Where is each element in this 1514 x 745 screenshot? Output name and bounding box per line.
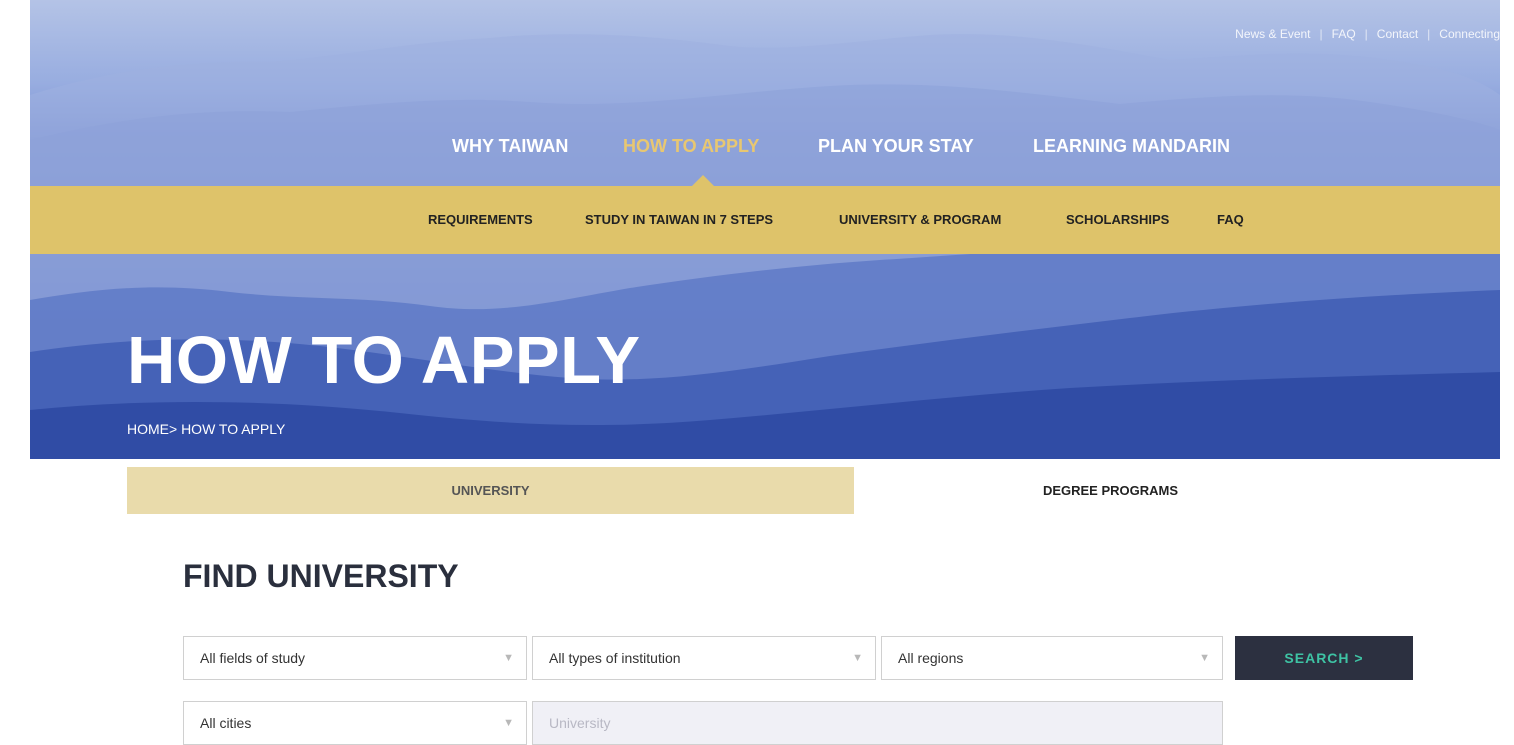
top-link-separator: |: [1427, 27, 1431, 41]
search-button[interactable]: SEARCH >: [1235, 636, 1413, 680]
tab-degree-programs[interactable]: DEGREE PROGRAMS: [854, 467, 1367, 514]
find-university-title: FIND UNIVERSITY: [183, 558, 459, 594]
nav-how-to-apply[interactable]: HOW TO APPLY: [623, 136, 759, 157]
top-link-news-event[interactable]: News & Event: [1235, 27, 1310, 41]
top-link-contact[interactable]: Contact: [1377, 27, 1418, 41]
nav-why-taiwan[interactable]: WHY TAIWAN: [452, 136, 568, 157]
chevron-down-icon: ▼: [503, 717, 514, 729]
institution-type-select[interactable]: All types of institution ▼: [532, 636, 876, 680]
chevron-down-icon: ▼: [1199, 652, 1210, 664]
top-link-faq[interactable]: FAQ: [1332, 27, 1356, 41]
institution-type-value: All types of institution: [549, 650, 681, 666]
region-select[interactable]: All regions ▼: [881, 636, 1223, 680]
city-select[interactable]: All cities ▼: [183, 701, 527, 745]
breadcrumb[interactable]: HOME> HOW TO APPLY: [127, 421, 285, 437]
chevron-down-icon: ▼: [503, 652, 514, 664]
top-link-separator: |: [1319, 27, 1323, 41]
subnav-requirements[interactable]: REQUIREMENTS: [428, 212, 533, 227]
sub-nav-bar: REQUIREMENTS STUDY IN TAIWAN IN 7 STEPS …: [30, 175, 1500, 254]
city-value: All cities: [200, 715, 252, 731]
subnav-faq[interactable]: FAQ: [1217, 212, 1244, 227]
subnav-scholarships[interactable]: SCHOLARSHIPS: [1066, 212, 1169, 227]
field-of-study-value: All fields of study: [200, 650, 306, 666]
chevron-down-icon: ▼: [852, 652, 863, 664]
region-value: All regions: [898, 650, 964, 666]
top-utility-links: News & Event | FAQ | Contact | Connecting: [1235, 27, 1500, 41]
active-nav-indicator: [692, 175, 714, 186]
subnav-study-in-taiwan-7-steps[interactable]: STUDY IN TAIWAN IN 7 STEPS: [585, 212, 773, 227]
nav-learning-mandarin[interactable]: LEARNING MANDARIN: [1033, 136, 1230, 157]
subnav-university-program[interactable]: UNIVERSITY & PROGRAM: [839, 212, 1001, 227]
university-search-input[interactable]: [532, 701, 1223, 745]
main-nav: WHY TAIWAN HOW TO APPLY PLAN YOUR STAY L…: [30, 136, 1500, 160]
hero-banner: News & Event | FAQ | Contact | Connecting WHY …: [30, 0, 1500, 459]
tab-university[interactable]: UNIVERSITY: [127, 467, 854, 514]
nav-plan-your-stay[interactable]: PLAN YOUR STAY: [818, 136, 974, 157]
field-of-study-select[interactable]: All fields of study ▼: [183, 636, 527, 680]
page-title: HOW TO APPLY: [127, 323, 641, 398]
top-link-separator: |: [1364, 27, 1368, 41]
top-link-connecting[interactable]: Connecting: [1439, 27, 1500, 41]
